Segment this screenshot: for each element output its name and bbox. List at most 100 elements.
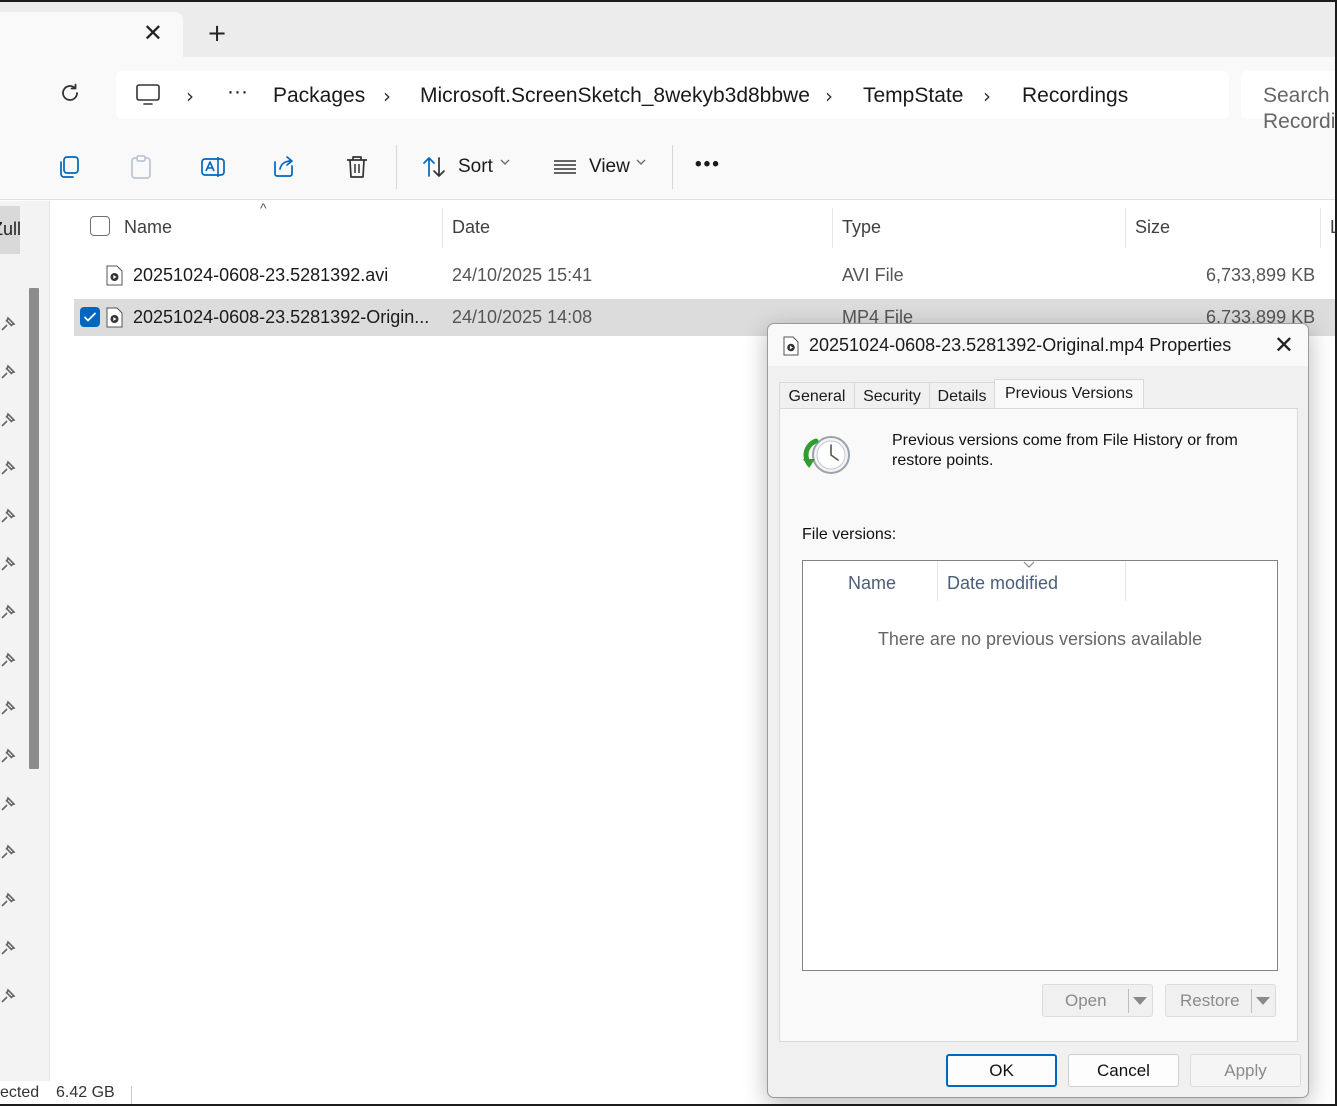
toolbar-separator (672, 145, 673, 189)
checkmark-icon (84, 312, 96, 322)
breadcrumb-recordings[interactable]: Recordings (1022, 83, 1128, 109)
copy-icon[interactable] (56, 154, 82, 180)
tab-general[interactable]: General (779, 382, 855, 410)
breadcrumb-chevron-icon[interactable]: › (825, 83, 833, 109)
pin-icon[interactable] (0, 796, 16, 812)
address-bar[interactable]: › ··· Packages › Microsoft.ScreenSketch_… (116, 71, 1229, 119)
tab-previous-versions[interactable]: Previous Versions (994, 379, 1144, 411)
pin-icon[interactable] (0, 748, 16, 764)
pin-icon[interactable] (0, 988, 16, 1004)
file-name[interactable]: 20251024-0608-23.5281392-Origin... (133, 307, 429, 328)
search-box[interactable]: Search Recordings (1241, 71, 1337, 133)
paste-icon (131, 155, 151, 179)
breadcrumb-packages[interactable]: Packages (273, 83, 365, 109)
delete-icon[interactable] (344, 154, 370, 180)
versions-column-name[interactable]: Name (848, 573, 896, 594)
cancel-button[interactable]: Cancel (1068, 1054, 1179, 1087)
this-pc-icon[interactable] (135, 83, 161, 107)
video-file-icon (106, 307, 123, 328)
restore-button-label: Restore (1180, 991, 1240, 1010)
pin-icon[interactable] (0, 844, 16, 860)
breadcrumb-chevron-icon[interactable]: › (983, 83, 991, 109)
nav-item-label[interactable]: Zull (0, 219, 21, 240)
navigation-bar: › ··· Packages › Microsoft.ScreenSketch_… (0, 57, 1337, 133)
restore-split-button: Restore (1165, 984, 1276, 1017)
pin-icon[interactable] (0, 364, 16, 380)
restore-dropdown-arrow-icon (1256, 997, 1270, 1005)
column-divider[interactable] (442, 208, 443, 248)
pin-icon[interactable] (0, 940, 16, 956)
breadcrumb-chevron-icon[interactable]: › (186, 83, 194, 109)
file-date: 24/10/2025 14:08 (452, 307, 593, 327)
pin-icon[interactable] (0, 604, 16, 620)
sort-button[interactable]: Sort (458, 156, 493, 178)
file-size: 6,733,899 KB (1206, 265, 1316, 285)
view-chevron-down-icon[interactable] (636, 157, 646, 167)
view-button[interactable]: View (589, 156, 630, 178)
previous-versions-info: Previous versions come from File History… (892, 432, 1238, 469)
split-divider (1128, 989, 1129, 1013)
more-options-button[interactable]: ••• (695, 154, 721, 176)
column-header-extra[interactable]: L (1330, 217, 1337, 238)
breadcrumb-chevron-icon[interactable]: › (383, 83, 391, 109)
pin-icon[interactable] (0, 700, 16, 716)
sort-icon[interactable] (421, 154, 447, 180)
split-divider (1251, 989, 1252, 1013)
versions-column-date-modified[interactable]: Date modified (947, 573, 1058, 594)
no-versions-message: There are no previous versions available (877, 629, 1203, 649)
pin-icon[interactable] (0, 508, 16, 524)
pin-icon[interactable] (0, 412, 16, 428)
toolbar-separator (396, 145, 397, 189)
column-header-date[interactable]: Date (452, 217, 490, 238)
sort-descending-icon (1023, 561, 1035, 568)
view-icon[interactable] (552, 154, 578, 180)
ok-button[interactable]: OK (946, 1054, 1057, 1087)
close-tab-icon[interactable]: ✕ (143, 21, 163, 45)
properties-dialog: 20251024-0608-23.5281392-Original.mp4 Pr… (767, 323, 1309, 1098)
file-list-header: ^ Name Date Type Size L (74, 200, 1337, 250)
column-divider[interactable] (832, 208, 833, 248)
tab-strip: ✕ + (0, 0, 1337, 57)
file-versions-list[interactable]: Name Date modified There are no previous… (802, 560, 1278, 971)
breadcrumb-tempstate[interactable]: TempState (863, 83, 963, 109)
column-header-name[interactable]: Name (124, 217, 172, 238)
select-all-checkbox[interactable] (90, 216, 110, 236)
breadcrumb-ellipsis[interactable]: ··· (227, 79, 248, 105)
file-date: 24/10/2025 15:41 (452, 265, 593, 285)
row-checkbox[interactable] (80, 307, 100, 327)
share-icon[interactable] (272, 154, 298, 180)
tab-details[interactable]: Details (929, 382, 995, 410)
column-header-type[interactable]: Type (842, 217, 881, 238)
pin-icon[interactable] (0, 892, 16, 908)
search-placeholder: Search Recordings (1263, 84, 1337, 133)
nav-scrollbar[interactable] (29, 288, 39, 769)
sort-chevron-down-icon[interactable] (500, 157, 510, 167)
file-row[interactable]: 20251024-0608-23.5281392.avi 24/10/2025 … (74, 257, 1337, 294)
sort-ascending-icon: ^ (260, 200, 267, 216)
pin-icon[interactable] (0, 460, 16, 476)
pin-icon[interactable] (0, 316, 16, 332)
breadcrumb-screensketch[interactable]: Microsoft.ScreenSketch_8wekyb3d8bbwe (420, 83, 810, 109)
column-divider[interactable] (1125, 208, 1126, 248)
pin-icon[interactable] (0, 556, 16, 572)
status-selected-text: ected (0, 1084, 40, 1101)
column-divider[interactable] (1320, 208, 1321, 248)
tab-security[interactable]: Security (854, 382, 930, 410)
refresh-icon[interactable] (58, 81, 82, 105)
column-header-size[interactable]: Size (1135, 217, 1170, 238)
dialog-close-icon[interactable]: ✕ (1274, 331, 1294, 359)
navigation-pane: Zull (0, 201, 50, 1081)
dialog-title: 20251024-0608-23.5281392-Original.mp4 Pr… (809, 335, 1232, 355)
open-dropdown-arrow-icon (1133, 997, 1147, 1005)
command-bar: Sort View ••• (0, 133, 1337, 200)
column-divider[interactable] (1125, 561, 1126, 601)
pin-icon[interactable] (0, 652, 16, 668)
column-divider[interactable] (937, 561, 938, 601)
video-file-icon (106, 265, 123, 286)
rename-icon[interactable] (200, 154, 226, 180)
dialog-titlebar[interactable]: 20251024-0608-23.5281392-Original.mp4 Pr… (768, 324, 1308, 366)
video-file-icon (783, 336, 799, 356)
file-name[interactable]: 20251024-0608-23.5281392.avi (133, 265, 388, 286)
new-tab-icon[interactable]: + (207, 20, 227, 46)
browser-tab[interactable]: ✕ (0, 12, 183, 57)
